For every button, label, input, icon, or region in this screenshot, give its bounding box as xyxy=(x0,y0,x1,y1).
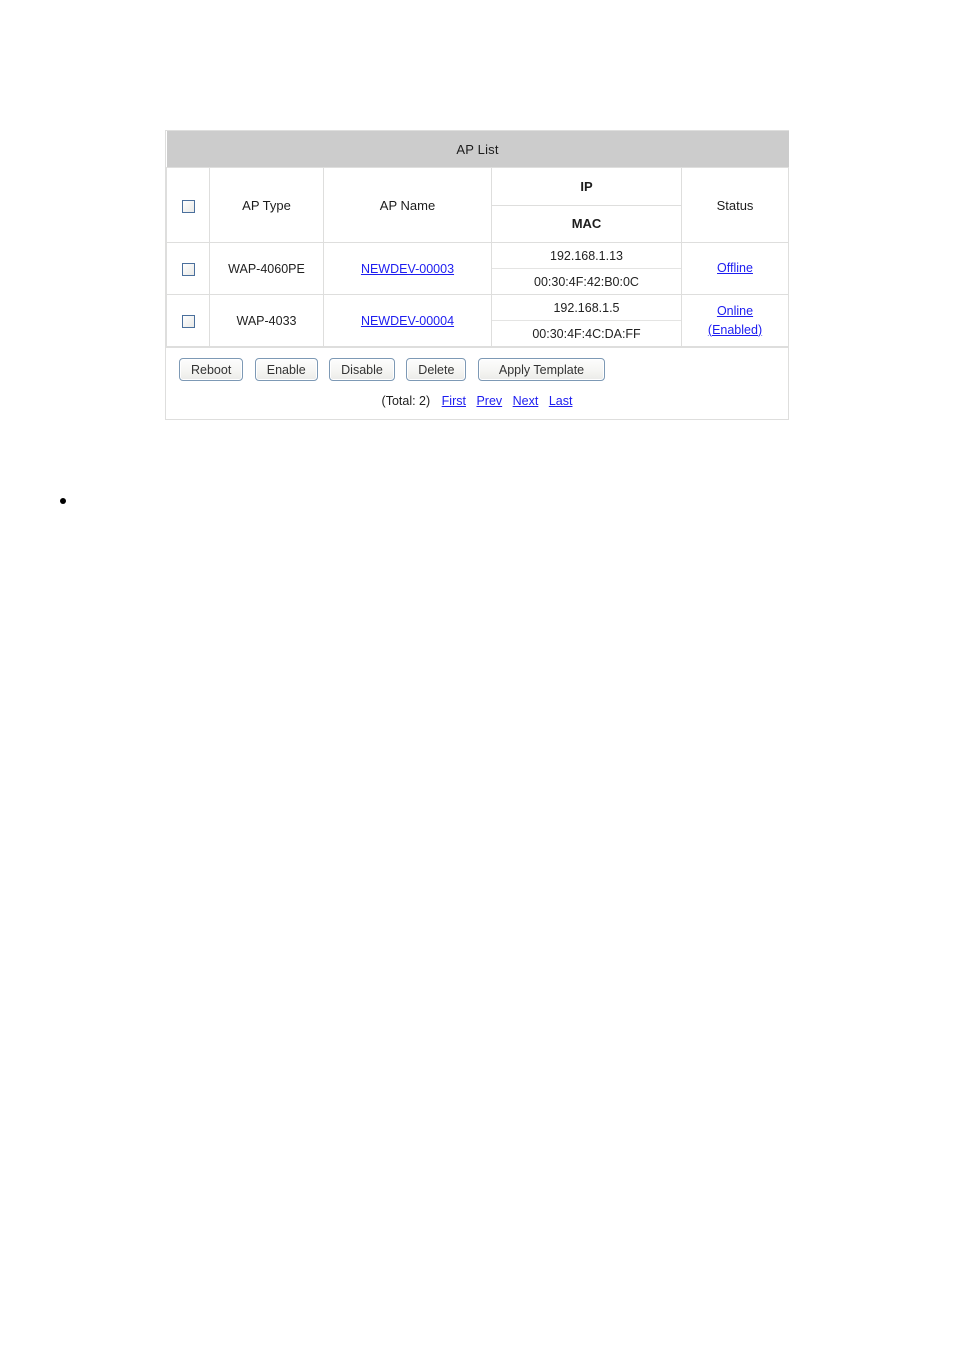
row-checkbox[interactable] xyxy=(181,262,195,276)
ap-list-panel: AP List AP Type AP Name IP MAC Status WA… xyxy=(165,130,790,420)
action-button-row: Reboot Enable Disable Delete Apply Templ… xyxy=(166,358,788,383)
pagination-last[interactable]: Last xyxy=(549,394,573,408)
cell-ip-mac: 192.168.1.5 00:30:4F:4C:DA:FF xyxy=(491,294,682,347)
cell-status: Offline xyxy=(680,242,790,295)
table-row: WAP-4060PE NEWDEV-00003 192.168.1.13 00:… xyxy=(166,242,790,295)
table-header-row: AP Type AP Name IP MAC Status xyxy=(166,167,790,243)
status-detail-link[interactable]: (Enabled) xyxy=(708,321,762,339)
table-row: WAP-4033 NEWDEV-00004 192.168.1.5 00:30:… xyxy=(166,294,790,347)
ap-name-link[interactable]: NEWDEV-00004 xyxy=(361,314,454,328)
column-header-status: Status xyxy=(680,167,790,243)
apply-template-button[interactable]: Apply Template xyxy=(477,358,606,381)
pagination-prev[interactable]: Prev xyxy=(476,394,502,408)
column-header-ip-mac: IP MAC xyxy=(491,167,682,243)
column-header-ap-name: AP Name xyxy=(323,167,492,243)
row-select-cell xyxy=(166,294,210,347)
cell-ip: 192.168.1.5 xyxy=(492,295,681,321)
panel-footer: Reboot Enable Disable Delete Apply Templ… xyxy=(166,347,788,419)
enable-button[interactable]: Enable xyxy=(254,358,318,381)
ap-list-table: AP List AP Type AP Name IP MAC Status WA… xyxy=(166,131,790,347)
delete-button[interactable]: Delete xyxy=(406,358,467,381)
row-select-cell xyxy=(166,242,210,295)
cell-ip: 192.168.1.13 xyxy=(492,243,681,269)
column-header-ap-type: AP Type xyxy=(209,167,324,243)
select-all-header-cell xyxy=(166,167,210,243)
cell-ip-mac: 192.168.1.13 00:30:4F:42:B0:0C xyxy=(491,242,682,295)
bullet-list-item xyxy=(60,492,760,510)
status-link[interactable]: Offline xyxy=(717,259,753,277)
panel-title-row: AP List xyxy=(166,131,789,168)
status-link[interactable]: Online xyxy=(717,302,753,320)
pagination-first[interactable]: First xyxy=(442,394,466,408)
column-header-ip: IP xyxy=(492,168,681,206)
row-checkbox[interactable] xyxy=(181,314,195,328)
select-all-checkbox[interactable] xyxy=(181,199,195,213)
bullet-point-icon xyxy=(60,497,66,504)
reboot-button[interactable]: Reboot xyxy=(179,358,244,381)
cell-mac: 00:30:4F:4C:DA:FF xyxy=(532,326,641,341)
pagination-next[interactable]: Next xyxy=(513,394,539,408)
disable-button[interactable]: Disable xyxy=(329,358,395,381)
cell-ap-name: NEWDEV-00004 xyxy=(323,294,492,347)
pagination-total: (Total: 2) xyxy=(381,394,431,408)
ap-name-link[interactable]: NEWDEV-00003 xyxy=(361,262,454,276)
cell-ap-name: NEWDEV-00003 xyxy=(323,242,492,295)
cell-ap-type: WAP-4060PE xyxy=(209,242,324,295)
cell-ap-type: WAP-4033 xyxy=(209,294,324,347)
panel-title: AP List xyxy=(166,131,789,168)
pagination: (Total: 2) First Prev Next Last xyxy=(166,383,788,419)
cell-status: Online (Enabled) xyxy=(680,294,790,347)
cell-mac: 00:30:4F:42:B0:0C xyxy=(534,274,639,289)
column-header-mac: MAC xyxy=(571,216,602,232)
